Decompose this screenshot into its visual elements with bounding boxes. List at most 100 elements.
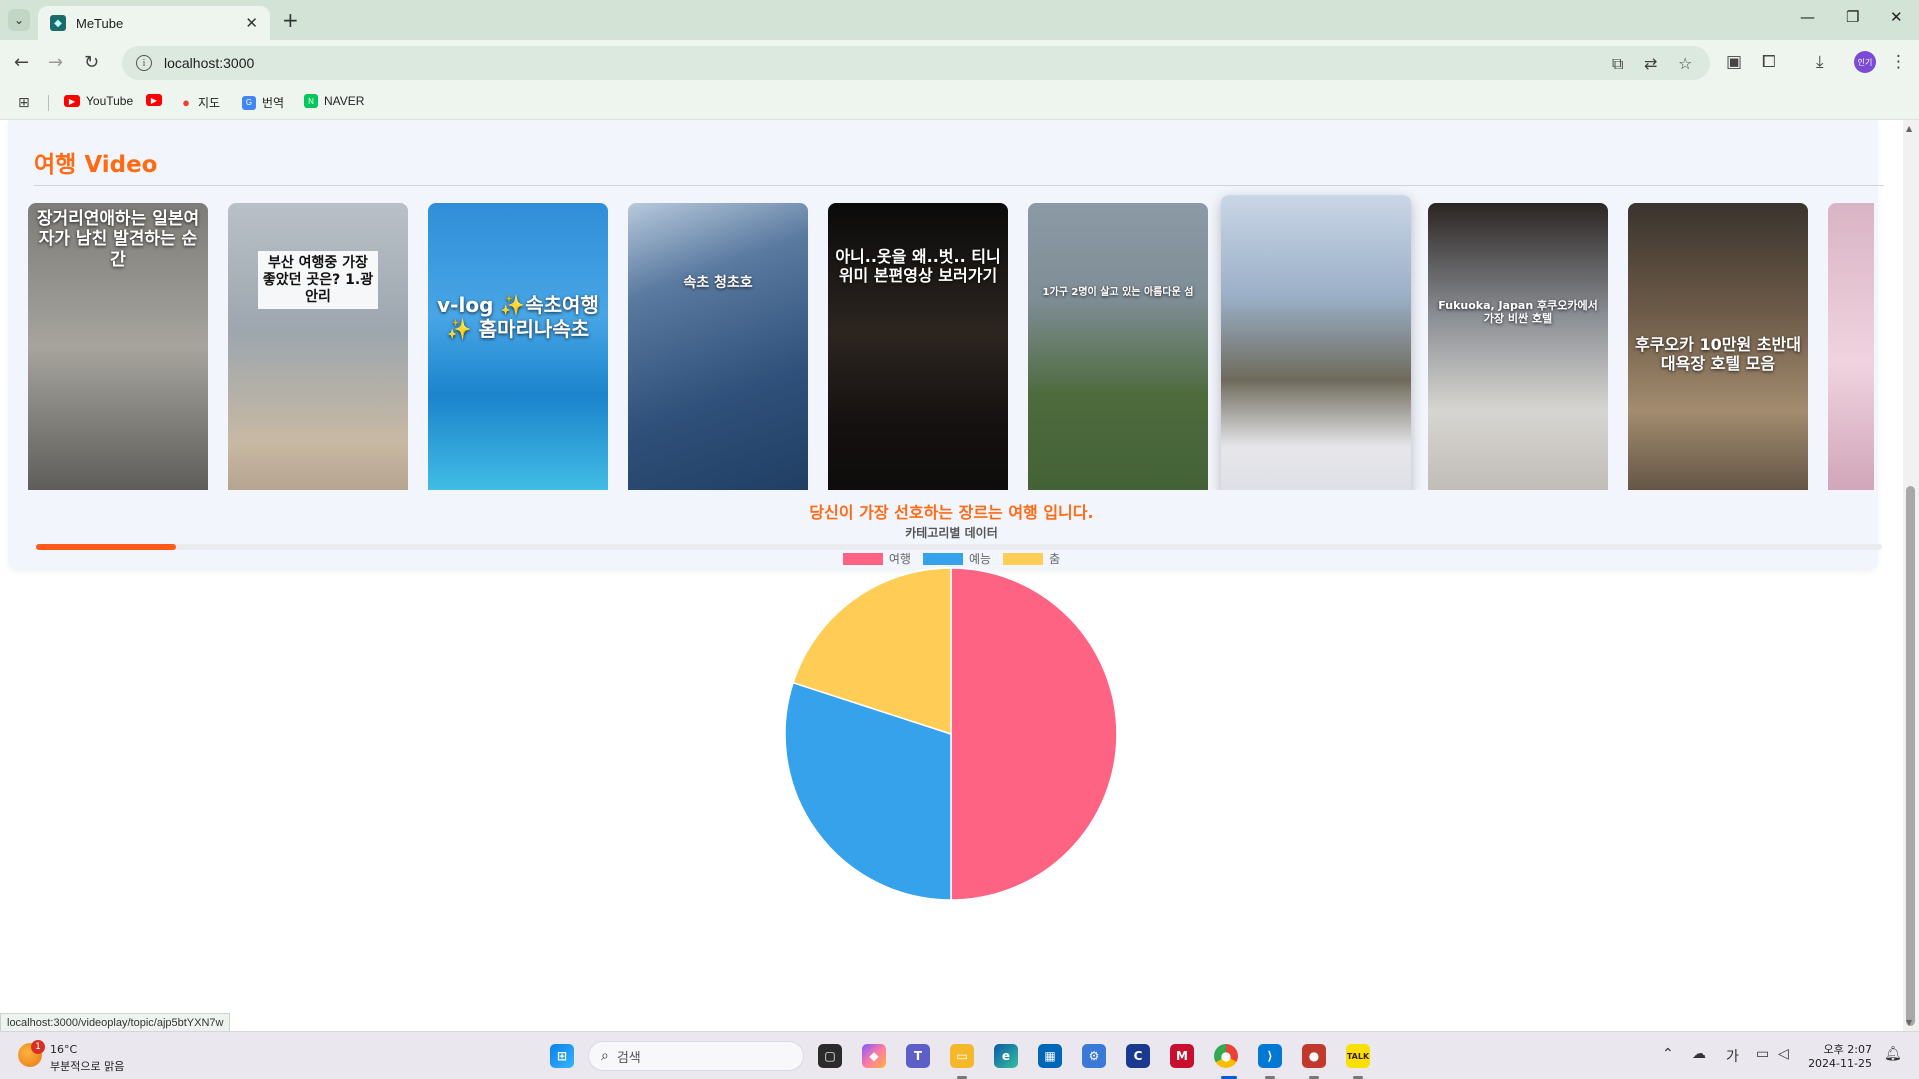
mcafee-icon[interactable]: M [1170,1044,1194,1068]
bookmark-label: NAVER [324,94,365,108]
video-thumbnail[interactable]: 아니..옷을 왜..벗.. 티니위미 본편영상 보러가기 [828,203,1008,490]
apps-grid-icon[interactable]: ⊞ [18,95,30,111]
teams-icon[interactable]: T [906,1044,930,1068]
tab-title: MeTube [76,15,124,31]
weather-description[interactable]: 부분적으로 맑음 [50,1058,124,1074]
video-thumbnail[interactable]: 장거리연애하는 일본여자가 남친 발견하는 순간 [28,203,208,490]
scroll-up-icon[interactable]: ▲ [1906,124,1912,133]
minimize-window-icon[interactable]: — [1800,8,1815,26]
task-view-icon[interactable]: ▢ [818,1044,842,1068]
bookmark-label: 번역 [262,96,285,110]
search-icon: ⌕ [601,1048,609,1064]
new-tab-icon[interactable]: + [282,8,299,32]
pie-slice-여행[interactable] [950,567,1118,901]
metube-favicon-icon: ◆ [50,15,66,31]
video-carousel[interactable]: 장거리연애하는 일본여자가 남친 발견하는 순간부산 여행중 가장 좋았던 곳은… [28,120,1874,490]
file-explorer-icon[interactable]: ▭ [950,1044,974,1068]
close-window-icon[interactable]: ✕ [1890,8,1903,26]
notifications-bell-icon[interactable]: 🔔︎ [1884,1046,1902,1062]
weather-badge: 1 [31,1040,45,1054]
preferred-genre-heading: 당신이 가장 선호하는 장르는 여행 입니다. [809,503,1094,522]
bookmark-youtube-2[interactable]: ▶ [146,94,168,106]
scroll-down-icon[interactable]: ▼ [1906,1018,1912,1027]
video-thumbnail[interactable]: 속초 청초호 [628,203,808,490]
maps-pin-icon: ● [182,95,190,110]
site-info-icon[interactable]: i [136,55,152,71]
video-thumbnail-caption: 장거리연애하는 일본여자가 남친 발견하는 순간 [36,209,200,270]
browser-toolbar: ← → ↻ i localhost:3000 ⧉ ⇄ ☆ ▣ ⧠ ⤓ 인기 ⋮ [0,40,1919,86]
category-pie-chart [784,567,1118,901]
install-app-icon[interactable]: ⧉ [1612,54,1623,74]
settings-icon[interactable]: ⚙ [1082,1044,1106,1068]
back-icon[interactable]: ← [14,52,29,73]
video-thumbnail[interactable]: v-log ✨속초여행✨ 홈마리나속초 [428,203,608,490]
bookmark-star-icon[interactable]: ☆ [1678,54,1692,73]
close-tab-icon[interactable]: ✕ [245,14,258,32]
taskbar-search[interactable]: ⌕ 검색 [588,1041,804,1071]
onedrive-icon[interactable]: ☁ [1692,1046,1706,1062]
tray-overflow-icon[interactable]: ⌃ [1662,1046,1674,1062]
downloads-icon[interactable]: ⤓ [1816,52,1824,72]
legend-swatch [842,552,883,565]
edge-icon[interactable]: e [994,1044,1018,1068]
translate-page-icon[interactable]: ⇄ [1644,54,1657,73]
restore-window-icon[interactable]: ❐ [1846,8,1859,26]
bookmark-label: 지도 [198,96,221,110]
recorder-icon[interactable]: ● [1302,1044,1326,1068]
weather-temperature[interactable]: 16°C [50,1043,77,1056]
volume-icon[interactable]: ◁ [1778,1046,1789,1062]
page-scrollbar-thumb[interactable] [1906,486,1915,1026]
kakaotalk-icon[interactable]: TALK [1346,1044,1370,1068]
video-thumbnail[interactable]: 후쿠오카 10만원 초반대 대욕장 호텔 모음 [1628,203,1808,490]
video-thumbnail-caption: 부산 여행중 가장 좋았던 곳은? 1.광안리 [258,251,378,310]
naver-icon: N [304,94,318,108]
address-url[interactable]: localhost:3000 [164,55,254,71]
bookmark-label: YouTube [86,94,134,108]
vscode-icon[interactable]: ⟩ [1258,1044,1282,1068]
chrome-icon[interactable]: ● [1214,1044,1238,1068]
video-thumbnail[interactable]: 부산 여행중 가장 좋았던 곳은? 1.광안리 [228,203,408,490]
network-icon[interactable]: ▭ [1756,1046,1769,1062]
video-thumbnail-caption: 후쿠오카 10만원 초반대 대욕장 호텔 모음 [1635,335,1801,374]
address-bar[interactable]: i localhost:3000 ⧉ ⇄ ☆ [122,46,1710,80]
ime-indicator[interactable]: 가 [1726,1046,1739,1066]
copilot-icon[interactable]: ◆ [862,1044,886,1068]
legend-swatch [922,552,963,565]
bookmark-youtube[interactable]: ▶ YouTube [64,94,133,108]
bookmark-translate[interactable]: G 번역 [242,94,284,111]
profile-avatar[interactable]: 인기 [1854,51,1876,73]
translate-icon: G [242,95,256,110]
bookmarks-divider [48,95,49,111]
link-status-url: localhost:3000/videoplay/topic/ajp5btYXN… [0,1013,231,1032]
extensions-icon[interactable]: ⧠ [1762,52,1776,72]
clock-date[interactable]: 2024-11-25 [1808,1057,1872,1070]
browser-tab[interactable]: ◆ MeTube ✕ [38,6,270,40]
bookmark-naver[interactable]: N NAVER [304,94,364,108]
video-thumbnail-caption: v-log ✨속초여행✨ 홈마리나속초 [437,293,599,341]
browser-menu-icon[interactable]: ⋮ [1890,52,1907,72]
chart-title: 카테고리별 데이터 [905,526,998,540]
reload-icon[interactable]: ↻ [84,52,99,73]
clock-time[interactable]: 오후 2:07 [1808,1041,1872,1057]
forward-icon[interactable]: → [48,52,63,73]
taskbar-search-placeholder: 검색 [616,1050,641,1066]
browser-tab-bar: ⌄ ◆ MeTube ✕ + — ❐ ✕ [0,0,1919,40]
store-icon[interactable]: ▦ [1038,1044,1062,1068]
youtube-icon: ▶ [146,94,162,106]
legend-swatch [1003,552,1044,565]
video-thumbnail-caption: 아니..옷을 왜..벗.. 티니위미 본편영상 보러가기 [835,247,1001,286]
video-thumbnail[interactable]: Fukuoka, Japan 후쿠오카에서 가장 비싼 호텔 [1428,203,1608,490]
app-icon[interactable]: C [1126,1044,1150,1068]
video-thumbnail-caption: 속초 청초호 [683,275,753,291]
video-thumbnail[interactable] [1221,195,1411,490]
page-content: 여행 Video 장거리연애하는 일본여자가 남친 발견하는 순간 부산 여행중 … [0,120,1903,1031]
bookmark-maps[interactable]: ● 지도 [180,94,220,111]
reading-mode-icon[interactable]: ▣ [1726,52,1742,72]
video-thumbnail[interactable]: 1가구 2명이 살고 있는 아름다운 섬 [1028,203,1208,490]
video-thumbnail-caption: Fukuoka, Japan 후쿠오카에서 가장 비싼 호텔 [1438,299,1598,326]
tab-search-icon[interactable]: ⌄ [8,9,30,31]
video-thumbnail[interactable] [1828,203,1874,490]
video-thumbnail-caption: 1가구 2명이 살고 있는 아름다운 섬 [1042,287,1194,298]
windows-start-icon[interactable]: ⊞ [550,1044,574,1068]
bookmarks-bar: ⊞ ▶ YouTube ▶ ● 지도 G 번역 N NAVER [0,86,1919,120]
